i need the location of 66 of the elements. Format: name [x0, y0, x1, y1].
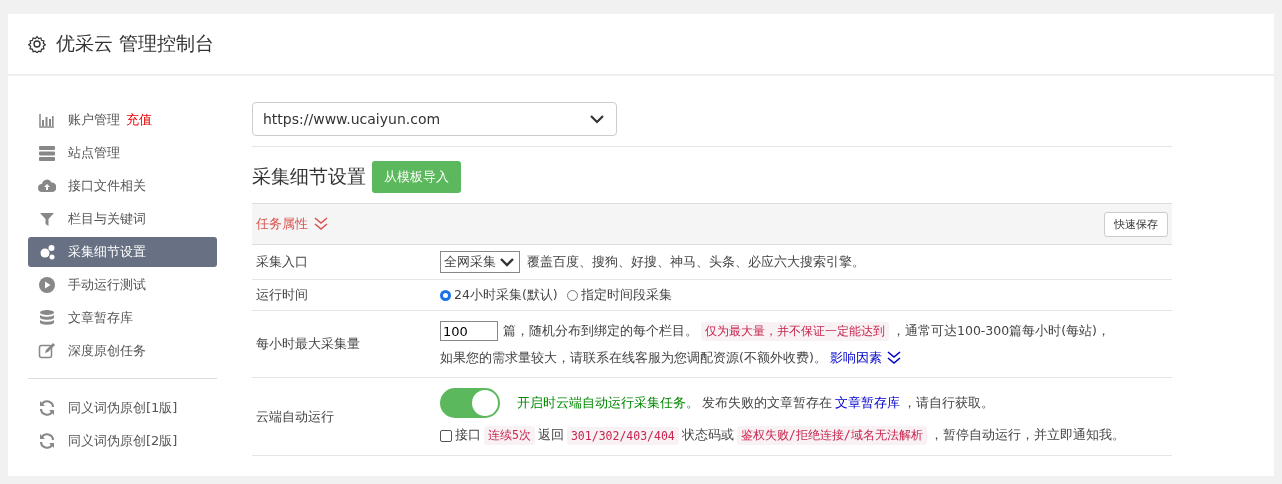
note-text: ，请自行获取。 — [903, 394, 994, 412]
edit-icon — [38, 342, 56, 360]
sidebar-label: 栏目与关键词 — [68, 210, 146, 228]
note-text: ，暂停自动运行，并立即通知我。 — [929, 427, 1125, 444]
number-input[interactable]: 100 — [440, 321, 498, 341]
note-text: 篇，随机分布到绑定的每个栏目。 — [503, 322, 698, 340]
field-label: 云端自动运行 — [255, 407, 335, 426]
highlight-text: 仅为最大量，并不保证一定能达到 — [701, 321, 889, 341]
filter-icon — [38, 210, 56, 228]
sidebar-label: 手动运行测试 — [68, 276, 146, 294]
note-text: 覆盖百度、搜狗、好搜、神马、头条、必应六大搜索引擎。 — [527, 253, 865, 271]
panel-title[interactable]: 任务属性 — [256, 215, 308, 233]
sidebar-item[interactable]: 站点管理 — [28, 138, 217, 168]
source-select[interactable]: 全网采集 — [440, 251, 520, 273]
link[interactable]: 影响因素 — [829, 349, 882, 367]
refresh-icon — [38, 432, 56, 450]
sidebar-label: 深度原创任务 — [68, 342, 146, 360]
note-text: 状态码或 — [681, 427, 734, 444]
recharge-link[interactable]: 充值 — [126, 112, 152, 127]
sidebar-label: 文章暂存库 — [68, 309, 133, 327]
radio-button[interactable] — [440, 289, 451, 301]
page-title: 优采云 管理控制台 — [56, 31, 215, 56]
sidebar-label: 账户管理 — [68, 112, 120, 127]
settings-icon — [28, 35, 46, 53]
double-chevron-icon — [312, 215, 330, 233]
sidebar-item[interactable]: 深度原创任务 — [28, 336, 217, 366]
bar-chart-icon — [38, 111, 56, 129]
highlight-text: 连续5次 — [484, 426, 535, 445]
sidebar-label: 采集细节设置 — [68, 243, 146, 261]
sidebar-label: 接口文件相关 — [68, 177, 146, 195]
sidebar-item[interactable]: 文章暂存库 — [28, 303, 217, 333]
cloud-upload-icon — [38, 177, 56, 195]
sidebar-item[interactable]: 采集细节设置 — [28, 237, 217, 267]
status-text: 开启时云端自动运行采集任务。 — [517, 394, 699, 412]
sidebar-item[interactable]: 账户管理 充值 — [28, 105, 217, 135]
refresh-icon — [38, 399, 56, 417]
highlight-text: 301/302/403/404 — [566, 426, 679, 445]
note-text: 发布失败的文章暂存在 — [702, 394, 832, 412]
sidebar-item[interactable]: 同义词伪原创[2版] — [28, 426, 217, 456]
toggle-switch[interactable] — [440, 388, 500, 418]
highlight-text: 鉴权失败/拒绝连接/域名无法解析 — [736, 426, 927, 445]
link[interactable]: 文章暂存库 — [835, 394, 900, 412]
field-label: 运行时间 — [255, 286, 309, 304]
note-text: 返回 — [537, 427, 564, 444]
field-label: 采集入口 — [255, 253, 309, 271]
sidebar-item[interactable]: 接口文件相关 — [28, 171, 217, 201]
note-text: ，通常可达100-300篇每小时(每站)， — [892, 322, 1110, 340]
save-button[interactable]: 快速保存 — [1104, 211, 1168, 237]
site-select[interactable]: https://www.ucaiyun.com — [252, 102, 617, 136]
section-title: 采集细节设置 — [252, 164, 366, 189]
sidebar-item[interactable]: 栏目与关键词 — [28, 204, 217, 234]
server-icon — [38, 144, 56, 162]
sidebar-label: 同义词伪原创[2版] — [68, 432, 178, 450]
radio-label[interactable]: 指定时间段采集 — [580, 286, 672, 304]
field-label: 每小时最大采集量 — [255, 335, 361, 353]
checkbox[interactable] — [440, 429, 452, 442]
sidebar-label: 站点管理 — [68, 144, 120, 162]
sidebar-item[interactable]: 手动运行测试 — [28, 270, 217, 300]
radio-button[interactable] — [566, 289, 578, 301]
play-icon — [38, 276, 56, 294]
radio-label[interactable]: 24小时采集(默认) — [454, 286, 558, 304]
sidebar-label: 同义词伪原创[1版] — [68, 399, 178, 417]
note-text: 接口 — [455, 427, 481, 444]
sidebar-item[interactable]: 同义词伪原创[1版] — [28, 393, 217, 423]
note-text: 如果您的需求量较大，请联系在线客服为您调配资源(不额外收费)。 — [440, 349, 827, 367]
database-icon — [38, 309, 56, 327]
